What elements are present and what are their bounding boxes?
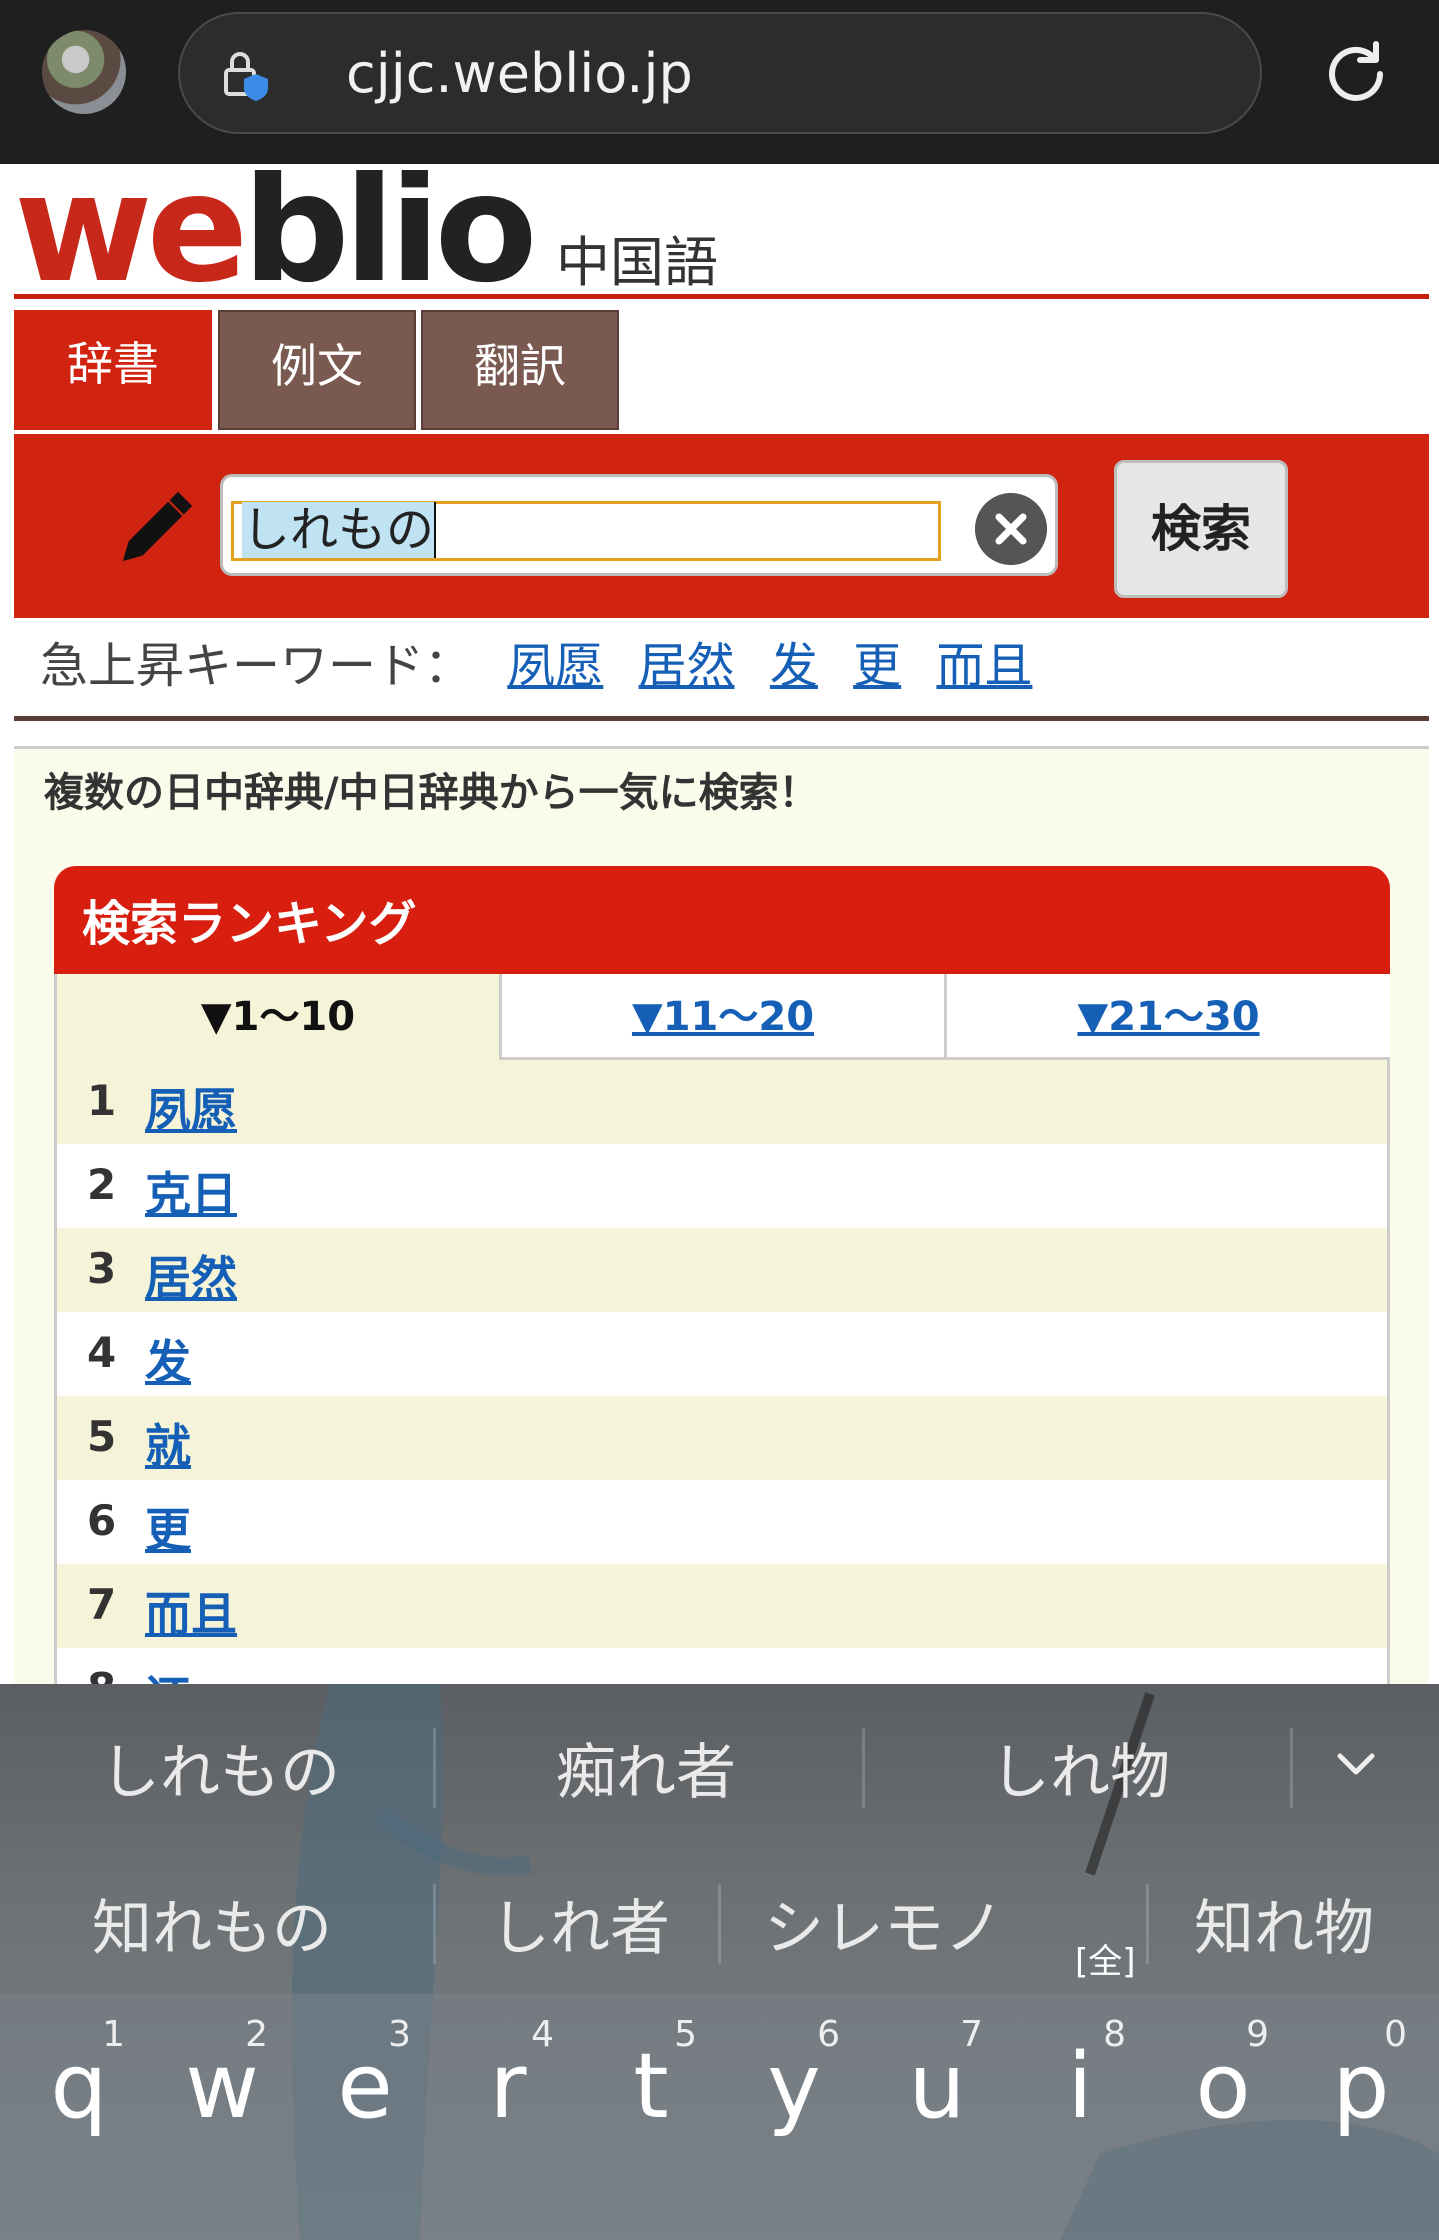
ranking-row: 4 发 — [57, 1312, 1387, 1396]
candidate-word[interactable]: 知れ物 — [1194, 1880, 1374, 1967]
candidate-divider — [433, 1728, 436, 1808]
candidate-word[interactable]: しれもの — [100, 1724, 340, 1811]
ranking-row: 1 夙愿 — [57, 1060, 1387, 1144]
key-t[interactable]: 5t — [586, 1994, 729, 2240]
tab-translation[interactable]: 翻訳 — [421, 310, 619, 430]
ranking-row: 7 而且 — [57, 1564, 1387, 1648]
ranking-link[interactable]: 居然 — [145, 1242, 237, 1308]
ranking-tab-11-20[interactable]: ▼11〜20 — [502, 974, 947, 1060]
candidate-divider — [862, 1728, 865, 1808]
candidate-word[interactable]: しれ者 — [490, 1880, 670, 1967]
soft-keyboard: しれもの 痴れ者 しれ物 知れもの しれ者 シレモノ [全] 知れ物 1q 2w… — [0, 1684, 1439, 2240]
fullwidth-label: [全] — [1075, 1942, 1136, 1982]
candidate-divider — [433, 1884, 436, 1964]
key-y[interactable]: 6y — [729, 1994, 872, 2240]
site-security-icon[interactable] — [218, 46, 276, 104]
ranking-link[interactable]: 夙愿 — [145, 1074, 237, 1140]
ranking-row: 6 更 — [57, 1480, 1387, 1564]
ranking-number: 4 — [87, 1328, 117, 1377]
chevron-down-icon[interactable] — [1332, 1740, 1380, 1788]
ranking-row: 3 居然 — [57, 1228, 1387, 1312]
candidate-divider — [1146, 1884, 1149, 1964]
search-input[interactable]: しれもの — [231, 501, 941, 561]
candidate-word[interactable]: 知れもの — [92, 1880, 332, 1967]
ranking-number: 6 — [87, 1496, 117, 1545]
ranking-number: 7 — [87, 1580, 117, 1629]
ranking-row: 2 克日 — [57, 1144, 1387, 1228]
candidate-divider — [1290, 1728, 1293, 1808]
ranking-link[interactable]: 克日 — [145, 1158, 237, 1224]
candidate-divider — [718, 1884, 721, 1964]
trending-label: 急上昇キーワード： — [40, 638, 473, 694]
ranking-row: 5 就 — [57, 1396, 1387, 1480]
key-u[interactable]: 7u — [872, 1994, 1015, 2240]
key-r[interactable]: 4r — [443, 1994, 586, 2240]
web-page: weblio 中国語 辞書 例文 翻訳 しれもの 検索 急上昇キーワード： 夙愿… — [0, 164, 1439, 1684]
candidate-word[interactable]: 痴れ者 — [556, 1724, 736, 1811]
key-p[interactable]: 0p — [1296, 1994, 1439, 2240]
ranking-link[interactable]: 而且 — [145, 1578, 237, 1644]
ranking-title: 検索ランキング — [82, 896, 417, 952]
reload-icon[interactable] — [1318, 36, 1394, 112]
candidate-word[interactable]: しれ物 — [990, 1724, 1170, 1811]
trending-link[interactable]: 夙愿 — [507, 638, 603, 694]
candidate-word[interactable]: シレモノ — [764, 1880, 1004, 1967]
search-button[interactable]: 検索 — [1114, 460, 1288, 598]
key-o[interactable]: 9o — [1158, 1994, 1301, 2240]
svg-text:weblio: weblio — [14, 170, 532, 292]
ranking-table: ▼1〜10 ▼11〜20 ▼21〜30 1 夙愿 2 克日 3 居然 4 发 5… — [54, 974, 1390, 1684]
section-divider — [14, 716, 1429, 721]
ranking-number: 2 — [87, 1160, 117, 1209]
browser-toolbar: cjjc.weblio.jp — [0, 0, 1439, 164]
search-area: しれもの 検索 — [14, 434, 1429, 618]
trending-link[interactable]: 发 — [770, 638, 818, 694]
clear-icon[interactable] — [975, 493, 1047, 565]
url-text[interactable]: cjjc.weblio.jp — [346, 42, 693, 105]
ranking-link[interactable]: 发 — [145, 1326, 191, 1392]
tagline: 複数の日中辞典/中日辞典から一気に検索！ — [44, 770, 819, 816]
pencil-icon — [122, 491, 193, 562]
ranking-number: 1 — [87, 1076, 117, 1125]
ranking-row: 8 还 — [57, 1648, 1387, 1684]
ranking-header: 検索ランキング — [54, 866, 1390, 974]
tab-examples[interactable]: 例文 — [218, 310, 416, 430]
key-q[interactable]: 1q — [14, 1994, 157, 2240]
ranking-link[interactable]: 更 — [145, 1494, 191, 1560]
ranking-tab-21-30[interactable]: ▼21〜30 — [947, 974, 1390, 1060]
key-e[interactable]: 3e — [300, 1994, 443, 2240]
key-row-qwerty: 1q 2w 3e 4r 5t 6y 7u 8i 9o 0p — [0, 1994, 1439, 2240]
profile-avatar[interactable] — [42, 30, 126, 114]
logo-subtitle: 中国語 — [556, 231, 718, 294]
ranking-number: 5 — [87, 1412, 117, 1461]
ranking-number: 8 — [87, 1664, 116, 1684]
header-divider — [14, 294, 1429, 299]
address-bar[interactable]: cjjc.weblio.jp — [178, 12, 1262, 134]
trending-link[interactable]: 居然 — [639, 638, 735, 694]
trending-link[interactable]: 而且 — [936, 638, 1032, 694]
search-box[interactable]: しれもの — [220, 474, 1058, 576]
ranking-tab-1-10[interactable]: ▼1〜10 — [57, 974, 502, 1060]
tab-dictionary[interactable]: 辞書 — [14, 310, 212, 430]
weblio-logo[interactable]: weblio — [14, 170, 544, 292]
key-w[interactable]: 2w — [157, 1994, 300, 2240]
trending-link[interactable]: 更 — [853, 638, 901, 694]
ranking-number: 3 — [87, 1244, 117, 1293]
trending-keywords: 急上昇キーワード： 夙愿 居然 发 更 而且 — [40, 626, 1032, 696]
ranking-link[interactable]: 还 — [145, 1662, 191, 1684]
ranking-link[interactable]: 就 — [145, 1410, 191, 1476]
key-i[interactable]: 8i — [1015, 1994, 1158, 2240]
